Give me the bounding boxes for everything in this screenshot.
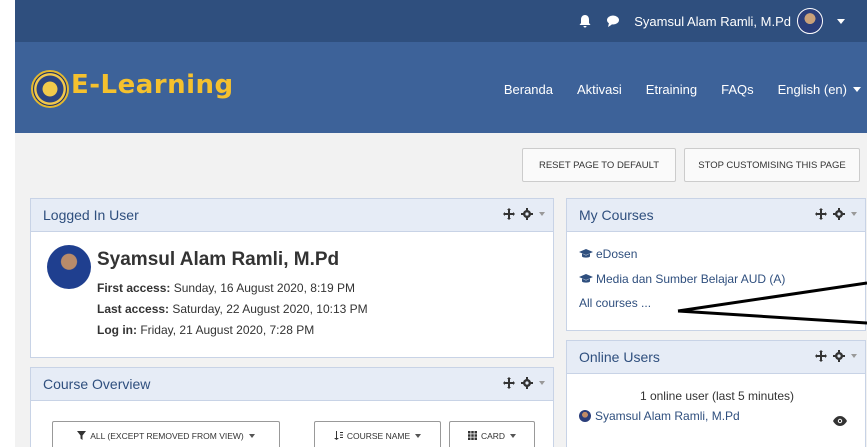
last-access-label: Last access:	[97, 302, 170, 316]
language-label: English (en)	[777, 82, 847, 97]
caret-down-icon[interactable]	[851, 354, 857, 358]
site-brand[interactable]: E-Learning	[71, 70, 234, 100]
block-title: My Courses	[579, 207, 654, 223]
caret-down-icon	[510, 433, 517, 438]
language-menu[interactable]: English (en)	[778, 82, 861, 97]
site-navbar: E-Learning Beranda Aktivasi Etraining FA…	[15, 42, 867, 133]
move-icon[interactable]	[503, 377, 515, 389]
login-label: Log in:	[97, 323, 137, 337]
caret-down-icon	[415, 433, 422, 438]
nav-item-beranda[interactable]: Beranda	[504, 82, 553, 97]
last-access-line: Last access: Saturday, 22 August 2020, 1…	[97, 302, 368, 316]
course-sort-dropdown[interactable]: COURSE NAME	[314, 421, 441, 447]
first-access-value: Sunday, 16 August 2020, 8:19 PM	[170, 281, 355, 295]
site-logo[interactable]	[31, 70, 69, 108]
my-courses-block: My Courses eDosen Media dan Sumber Belaj…	[566, 198, 866, 331]
last-access-value: Saturday, 22 August 2020, 10:13 PM	[169, 302, 368, 316]
filter-icon	[77, 431, 87, 440]
login-value: Friday, 21 August 2020, 7:28 PM	[136, 323, 315, 337]
block-title: Online Users	[579, 349, 660, 365]
online-summary: 1 online user (last 5 minutes)	[639, 389, 795, 403]
logged-in-user-block: Logged In User Syamsul Alam Ramli, M.Pd …	[30, 198, 554, 358]
eye-icon[interactable]	[833, 416, 847, 426]
graduation-cap-icon	[579, 249, 593, 258]
online-user-link[interactable]: Syamsul Alam Ramli, M.Pd	[579, 409, 740, 423]
caret-down-icon[interactable]	[851, 212, 857, 216]
chat-icon[interactable]	[606, 14, 620, 28]
user-avatar[interactable]	[797, 8, 823, 34]
grid-icon	[467, 431, 477, 440]
sort-icon	[333, 431, 343, 440]
graduation-cap-icon	[579, 274, 593, 283]
nav-item-faqs[interactable]: FAQs	[721, 82, 754, 97]
course-link-media[interactable]: Media dan Sumber Belajar AUD (A)	[579, 272, 785, 286]
sort-label: COURSE NAME	[346, 430, 411, 441]
course-overview-block: Course Overview ALL (EXCEPT REMOVED FROM…	[30, 367, 554, 447]
move-icon[interactable]	[503, 208, 515, 220]
first-access-line: First access: Sunday, 16 August 2020, 8:…	[97, 281, 355, 295]
move-icon[interactable]	[815, 350, 827, 362]
caret-down-icon[interactable]	[539, 212, 545, 216]
stop-customising-button[interactable]: STOP CUSTOMISING THIS PAGE	[684, 148, 860, 182]
course-name: eDosen	[596, 247, 638, 261]
block-title: Course Overview	[43, 376, 151, 392]
online-user-name: Syamsul Alam Ramli, M.Pd	[595, 409, 740, 423]
all-courses-link[interactable]: All courses ...	[579, 296, 651, 310]
first-access-label: First access:	[97, 281, 171, 295]
chevron-down-icon	[853, 87, 861, 92]
course-link-edosen[interactable]: eDosen	[579, 247, 637, 261]
nav-item-aktivasi[interactable]: Aktivasi	[577, 82, 622, 97]
login-line: Log in: Friday, 21 August 2020, 7:28 PM	[97, 323, 314, 337]
course-view-dropdown[interactable]: CARD	[449, 421, 535, 447]
main-menu: Beranda Aktivasi Etraining FAQs English …	[480, 82, 867, 97]
user-avatar-small	[579, 410, 591, 422]
gear-icon[interactable]	[521, 377, 533, 389]
course-filter-dropdown[interactable]: ALL (EXCEPT REMOVED FROM VIEW)	[52, 421, 280, 447]
filter-label: ALL (EXCEPT REMOVED FROM VIEW)	[90, 430, 244, 441]
user-fullname[interactable]: Syamsul Alam Ramli, M.Pd	[97, 249, 339, 271]
avatar[interactable]	[47, 245, 91, 289]
user-menu-name[interactable]: Syamsul Alam Ramli, M.Pd	[634, 14, 791, 29]
caret-down-icon[interactable]	[837, 18, 845, 24]
block-title: Logged In User	[43, 207, 139, 223]
gear-icon[interactable]	[833, 208, 845, 220]
view-label: CARD	[480, 430, 506, 441]
caret-down-icon	[248, 433, 255, 438]
move-icon[interactable]	[815, 208, 827, 220]
gear-icon[interactable]	[521, 208, 533, 220]
top-bar: Syamsul Alam Ramli, M.Pd	[15, 0, 867, 42]
online-users-block: Online Users 1 online user (last 5 minut…	[566, 340, 866, 447]
gear-icon[interactable]	[833, 350, 845, 362]
course-name: Media dan Sumber Belajar AUD (A)	[596, 272, 786, 286]
caret-down-icon[interactable]	[539, 381, 545, 385]
bell-icon[interactable]	[578, 14, 592, 28]
reset-page-button[interactable]: RESET PAGE TO DEFAULT	[522, 148, 676, 182]
nav-item-etraining[interactable]: Etraining	[646, 82, 697, 97]
